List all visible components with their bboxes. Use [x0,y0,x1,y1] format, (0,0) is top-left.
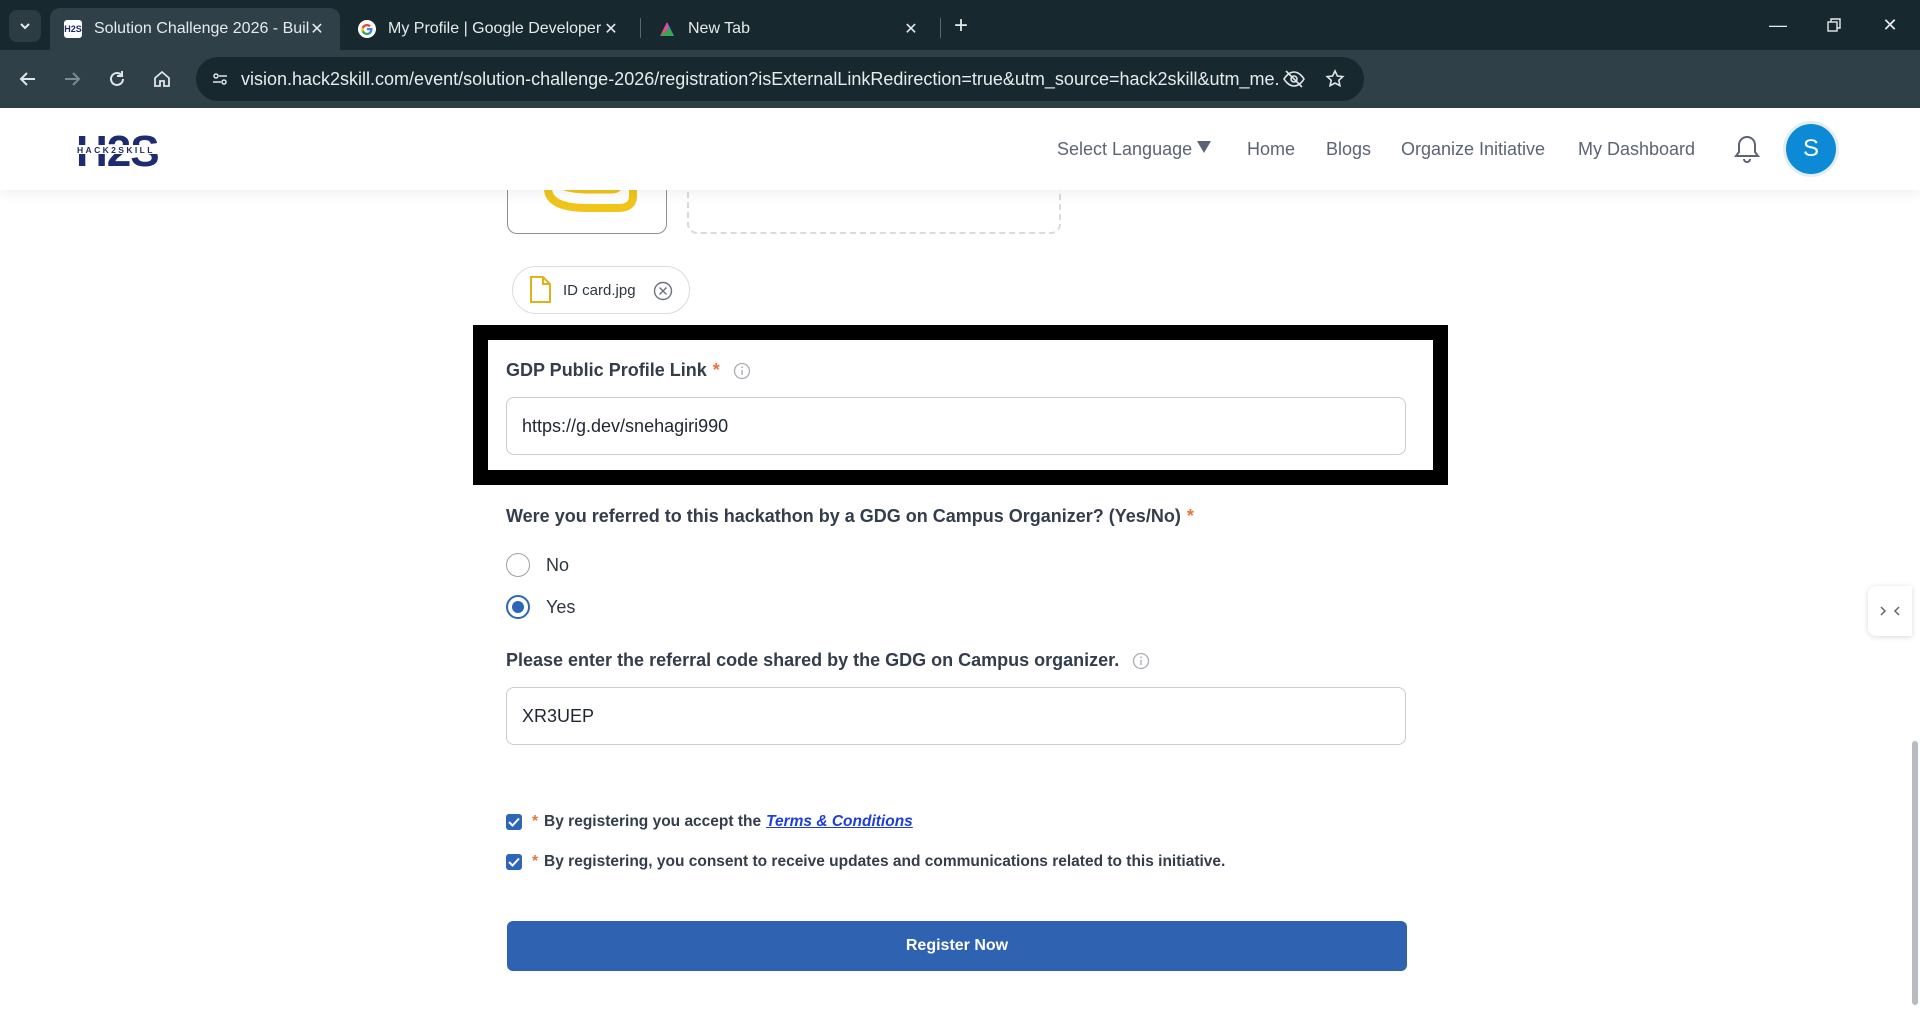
file-name: ID card.jpg [563,281,636,299]
tab-separator [640,18,641,38]
nav-organize-initiative[interactable]: Organize Initiative [1401,139,1545,160]
close-tab-icon[interactable]: ✕ [308,20,326,38]
notification-bell-icon[interactable] [1734,135,1760,163]
forward-arrow-icon[interactable] [56,63,88,95]
tab-title: Solution Challenge 2026 - Build [94,20,310,37]
radio-button-no[interactable] [506,553,530,577]
tab-search-button[interactable] [9,10,41,42]
radio-option-no[interactable]: No [506,552,569,578]
eye-off-icon[interactable] [1281,66,1307,92]
info-icon[interactable] [1132,652,1150,670]
radio-button-yes[interactable] [506,595,530,619]
chevron-down-icon [20,23,30,30]
reload-icon[interactable] [101,63,133,95]
info-icon[interactable] [733,362,751,380]
gdp-profile-label: GDP Public Profile Link * [506,360,751,381]
select-language-dropdown[interactable]: Select Language [1057,139,1192,160]
h2s-logo[interactable]: H2S HACK2SKILL [76,127,186,176]
referral-question-label: Were you referred to this hackathon by a… [506,506,1194,526]
register-now-button[interactable]: Register Now [507,921,1407,971]
terms-checkbox[interactable] [506,814,522,830]
nav-home[interactable]: Home [1247,139,1295,160]
close-tab-icon[interactable]: ✕ [902,20,920,38]
url-text[interactable]: vision.hack2skill.com/event/solution-cha… [241,69,1281,90]
gdp-profile-link-input[interactable] [506,397,1406,455]
close-window-icon[interactable]: ✕ [1870,8,1910,42]
terms-checkbox-row: * By registering you accept the Terms & … [506,811,913,833]
tab-solution-challenge[interactable]: H2S Solution Challenge 2026 - Build ✕ [50,8,340,50]
back-arrow-icon[interactable] [12,63,44,95]
home-icon[interactable] [146,63,178,95]
site-info-icon[interactable] [206,65,234,93]
browser-tab-bar: H2S Solution Challenge 2026 - Build ✕ My… [0,0,1920,50]
radio-option-yes[interactable]: Yes [506,594,575,620]
tab-my-profile[interactable]: My Profile | Google Developer P ✕ [344,8,634,50]
collapse-arrows-icon [1880,606,1900,616]
radio-label-no: No [546,554,570,575]
browser-toolbar: vision.hack2skill.com/event/solution-cha… [0,50,1920,143]
site-header: H2S HACK2SKILL Select Language Home Blog… [0,108,1920,190]
radio-label-yes: Yes [546,596,576,617]
nav-my-dashboard[interactable]: My Dashboard [1578,139,1695,160]
checkmark-icon [508,817,520,827]
uploaded-file-chip: ID card.jpg [512,266,690,314]
tab-title: My Profile | Google Developer P [388,20,604,37]
terms-text: By registering you accept the [544,813,762,830]
registration-form: ID card.jpg GDP Public Profile Link* Wer… [0,108,1920,1020]
tab-separator [940,18,941,38]
required-star: * [532,813,539,830]
remove-file-icon[interactable] [653,281,673,301]
page-scrollbar-thumb[interactable] [1912,741,1918,1005]
tab-new-tab[interactable]: New Tab ✕ [644,8,934,50]
file-icon [530,276,551,303]
consent-checkbox-row: * By registering, you consent to receive… [506,851,1225,873]
new-tab-button[interactable]: + [947,12,975,40]
checkmark-icon [508,857,520,867]
referral-code-input[interactable] [506,687,1406,745]
h2s-favicon-icon: H2S [64,20,82,38]
user-avatar[interactable]: S [1786,124,1836,174]
consent-checkbox[interactable] [506,854,522,870]
new-tab-icon [658,20,676,38]
referral-code-label: Please enter the referral code shared by… [506,650,1150,671]
restore-icon[interactable] [1814,8,1854,42]
google-g-icon [358,20,376,38]
nav-blogs[interactable]: Blogs [1326,139,1371,160]
consent-text: By registering, you consent to receive u… [544,853,1226,870]
bookmark-star-icon[interactable] [1322,66,1348,92]
tab-title: New Tab [688,20,750,37]
terms-conditions-link[interactable]: Terms & Conditions [766,813,913,831]
close-tab-icon[interactable]: ✕ [602,20,620,38]
required-star: * [532,853,539,870]
caret-down-icon[interactable] [1196,140,1212,154]
side-widget-tab[interactable] [1868,586,1912,636]
address-bar[interactable]: vision.hack2skill.com/event/solution-cha… [196,57,1364,101]
minimize-icon[interactable]: — [1758,8,1798,42]
svg-text:HACK2SKILL: HACK2SKILL [77,145,155,155]
